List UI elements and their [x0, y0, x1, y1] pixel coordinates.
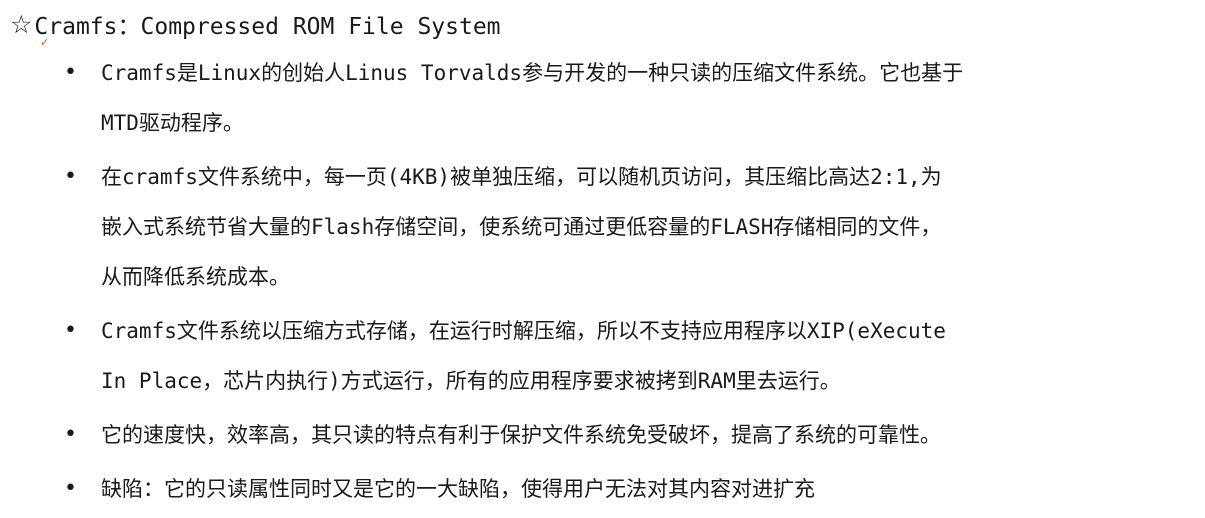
list-item: • Cramfs是Linux的创始人Linus Torvalds参与开发的一种只…: [0, 48, 1205, 148]
list-item: • Cramfs文件系统以压缩方式存储，在运行时解压缩，所以不支持应用程序以XI…: [0, 306, 1205, 406]
list-item: • 它的速度快，效率高，其只读的特点有利于保护文件系统免受破坏，提高了系统的可靠…: [0, 410, 1205, 460]
list-item: • 缺陷：它的只读属性同时又是它的一大缺陷，使得用户无法对其内容对进扩充: [0, 464, 1205, 514]
bullet-icon: •: [64, 60, 77, 85]
title-text: Cramfs：Compressed ROM File System: [34, 14, 501, 40]
list-item: • 在cramfs文件系统中，每一页(4KB)被单独压缩，可以随机页访问，其压缩…: [0, 152, 1205, 302]
bullet-icon: •: [64, 476, 77, 501]
pen-mark-icon: ✓: [40, 35, 50, 49]
star-outline-icon: ☆ ✓: [10, 9, 50, 49]
list-item-text: Cramfs是Linux的创始人Linus Torvalds参与开发的一种只读的…: [101, 61, 964, 135]
bullet-list: • Cramfs是Linux的创始人Linus Torvalds参与开发的一种只…: [0, 48, 1205, 518]
list-item-text: Cramfs文件系统以压缩方式存储，在运行时解压缩，所以不支持应用程序以XIP(…: [101, 319, 946, 393]
list-item-text: 在cramfs文件系统中，每一页(4KB)被单独压缩，可以随机页访问，其压缩比高…: [101, 165, 942, 289]
bullet-icon: •: [64, 422, 77, 447]
list-item-text: 它的速度快，效率高，其只读的特点有利于保护文件系统免受破坏，提高了系统的可靠性。: [101, 423, 941, 447]
bullet-icon: •: [64, 164, 77, 189]
list-item-text: 缺陷：它的只读属性同时又是它的一大缺陷，使得用户无法对其内容对进扩充: [101, 477, 815, 501]
slide-title: ☆ ✓ Cramfs：Compressed ROM File System: [10, 4, 501, 49]
bullet-icon: •: [64, 318, 77, 343]
